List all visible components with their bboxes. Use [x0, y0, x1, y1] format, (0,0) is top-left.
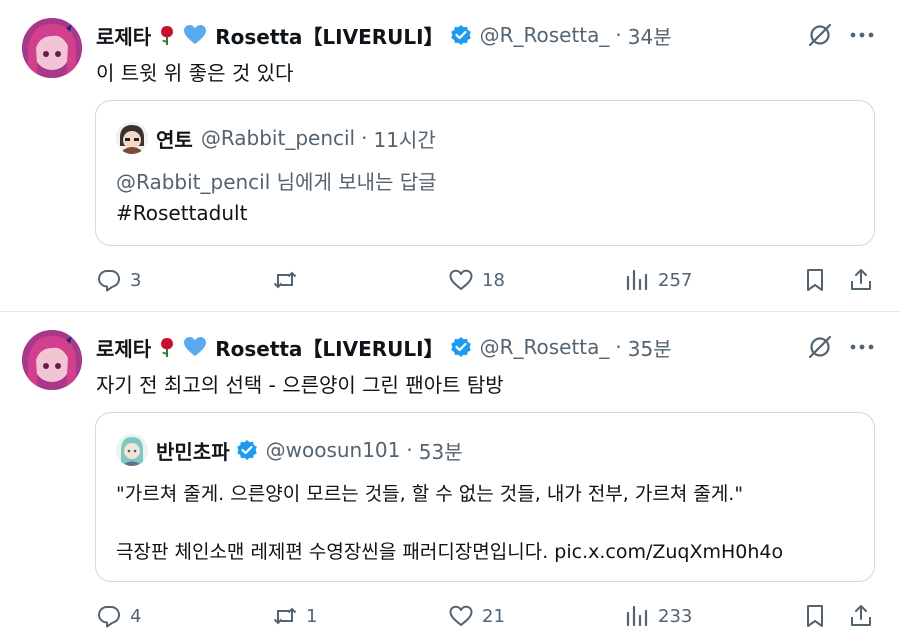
reply-button[interactable]: 3: [96, 265, 141, 295]
share-icon: [851, 269, 871, 290]
tweet-text: 자기 전 최고의 선택 - 으른양이 그린 팬아트 탐방: [96, 373, 504, 397]
quoted-author-handle[interactable]: @Rabbit_pencil: [201, 126, 355, 150]
quoted-tweet-text: #Rosettadult: [116, 201, 248, 225]
like-button[interactable]: 18: [448, 265, 505, 295]
quoted-tweet-header: 반민초파 @woosun101 · 53분: [116, 433, 463, 467]
quoted-avatar-image: [116, 434, 148, 466]
more-options-icon[interactable]: [848, 333, 876, 361]
quoted-author-name[interactable]: 연토: [156, 124, 193, 153]
quoted-author-name[interactable]: 반민초파: [156, 436, 230, 465]
quoted-timestamp[interactable]: 11시간: [373, 124, 435, 153]
reply-icon: [98, 606, 120, 628]
tweet[interactable]: 로제타 Rosetta【LIVERULI】 @R_Rosetta_ · 35분 …: [0, 312, 900, 636]
tweet-timestamp[interactable]: 35분: [628, 333, 672, 362]
views-count: 257: [658, 269, 693, 291]
quoted-tweet[interactable]: 반민초파 @woosun101 · 53분 "가르쳐 줄게. 으른양이 모르는 …: [95, 412, 875, 582]
more-options-icon[interactable]: [848, 21, 876, 49]
like-count: 21: [482, 605, 505, 627]
retweet-icon: [273, 607, 297, 625]
views-chart-icon: [626, 605, 648, 627]
author-handle[interactable]: @R_Rosetta_: [480, 23, 610, 47]
reply-icon: [98, 270, 120, 292]
avatar[interactable]: [22, 330, 82, 390]
quoted-tweet-header: 연토 @Rabbit_pencil · 11시간: [116, 121, 436, 155]
verified-badge-icon: [450, 24, 472, 46]
grok-icon[interactable]: [806, 333, 834, 361]
quoted-tweet-text: "가르쳐 줄게. 으른양이 모르는 것들, 할 수 없는 것들, 내가 전부, …: [116, 483, 744, 505]
tweet-header: 로제타 Rosetta【LIVERULI】 @R_Rosetta_ · 35분: [96, 332, 672, 362]
tweet-actions: 3 18 257: [96, 265, 876, 295]
separator-dot: ·: [615, 335, 622, 359]
avatar-image: [22, 330, 82, 390]
rose-icon: [157, 336, 177, 358]
views-button[interactable]: 257: [624, 265, 692, 295]
reply-count: 3: [130, 269, 142, 291]
share-button[interactable]: [848, 601, 874, 631]
quoted-tweet-text: 극장판 체인소맨 레제편 수영장씬을 패러디장면입니다. pic.x.com/Z…: [116, 541, 784, 563]
heart-icon: [449, 269, 473, 290]
quoted-reply-context: @Rabbit_pencil 님에게 보내는 답글: [116, 170, 437, 194]
reply-count: 4: [130, 605, 142, 627]
tweet-timestamp[interactable]: 34분: [628, 21, 672, 50]
avatar[interactable]: [22, 18, 82, 78]
tweet-actions: 4 1 21 233: [96, 601, 876, 631]
like-count: 18: [482, 269, 505, 291]
views-chart-icon: [626, 269, 648, 291]
quoted-timestamp[interactable]: 53분: [419, 436, 463, 465]
blue-heart-icon: [183, 336, 207, 358]
tweet[interactable]: 로제타 Rosetta【LIVERULI】 @R_Rosetta_ · 34분 …: [0, 0, 900, 312]
blue-heart-icon: [183, 24, 207, 46]
grok-icon[interactable]: [806, 21, 834, 49]
verified-badge-icon: [236, 439, 258, 461]
tweet-header: 로제타 Rosetta【LIVERULI】 @R_Rosetta_ · 34분: [96, 20, 672, 50]
heart-icon: [449, 605, 473, 626]
retweet-button[interactable]: 1: [272, 601, 317, 631]
verified-badge-icon: [450, 336, 472, 358]
separator-dot: ·: [615, 23, 622, 47]
like-button[interactable]: 21: [448, 601, 505, 631]
rose-icon: [157, 24, 177, 46]
bookmark-icon: [807, 605, 823, 627]
bookmark-icon: [807, 269, 823, 291]
avatar-image: [22, 18, 82, 78]
author-name[interactable]: 로제타: [96, 333, 151, 362]
retweet-icon: [273, 271, 297, 289]
author-display-name[interactable]: Rosetta【LIVERULI】: [215, 21, 443, 50]
views-count: 233: [658, 605, 693, 627]
retweet-button[interactable]: [272, 265, 306, 295]
avatar[interactable]: [116, 434, 148, 466]
quoted-tweet[interactable]: 연토 @Rabbit_pencil · 11시간 @Rabbit_pencil …: [95, 100, 875, 246]
retweet-count: 1: [306, 605, 318, 627]
share-icon: [851, 605, 871, 626]
tweet-text: 이 트윗 위 좋은 것 있다: [96, 61, 294, 85]
author-handle[interactable]: @R_Rosetta_: [480, 335, 610, 359]
bookmark-button[interactable]: [802, 601, 828, 631]
author-display-name[interactable]: Rosetta【LIVERULI】: [215, 333, 443, 362]
quoted-avatar-image: [116, 122, 148, 154]
reply-button[interactable]: 4: [96, 601, 141, 631]
avatar[interactable]: [116, 122, 148, 154]
quoted-author-handle[interactable]: @woosun101: [266, 438, 401, 462]
separator-dot: ·: [361, 126, 368, 150]
bookmark-button[interactable]: [802, 265, 828, 295]
separator-dot: ·: [406, 438, 413, 462]
author-name[interactable]: 로제타: [96, 21, 151, 50]
views-button[interactable]: 233: [624, 601, 692, 631]
share-button[interactable]: [848, 265, 874, 295]
